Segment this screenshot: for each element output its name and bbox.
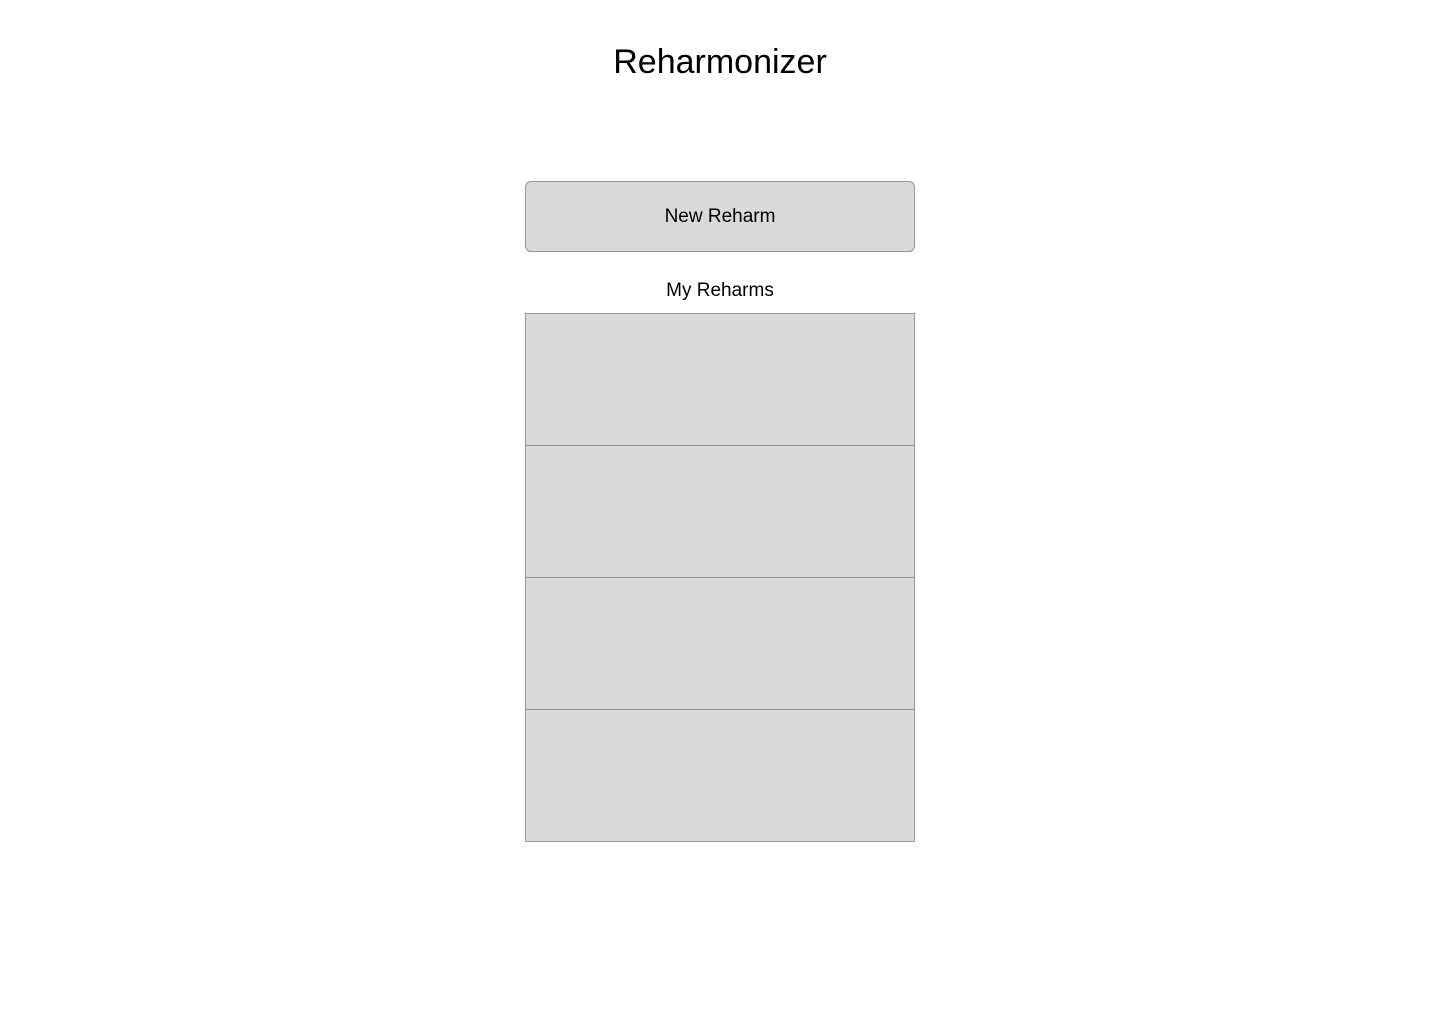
new-reharm-button[interactable]: New Reharm	[525, 181, 915, 252]
reharm-list-item[interactable]	[525, 709, 915, 842]
my-reharms-heading: My Reharms	[666, 280, 774, 301]
new-reharm-button-label: New Reharm	[664, 205, 776, 227]
app-title: Reharmonizer	[613, 43, 827, 81]
reharm-list-item[interactable]	[525, 313, 915, 446]
reharm-list-item[interactable]	[525, 577, 915, 710]
reharm-list	[525, 313, 915, 842]
reharm-list-item[interactable]	[525, 445, 915, 578]
